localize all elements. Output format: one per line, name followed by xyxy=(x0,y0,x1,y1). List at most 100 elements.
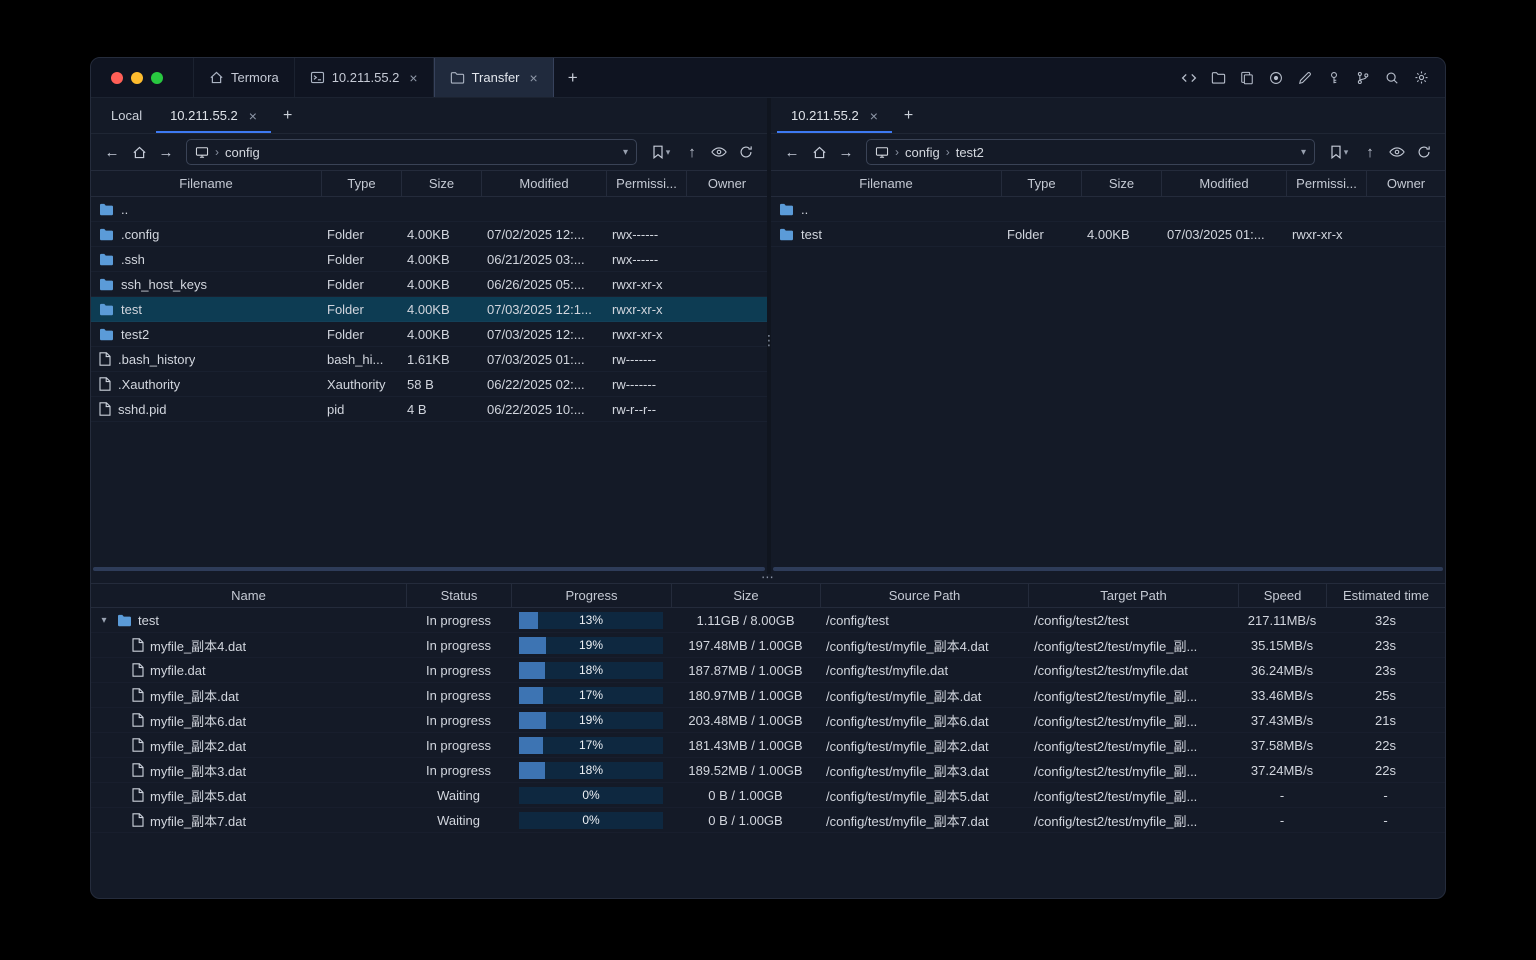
file-name: .. xyxy=(801,201,809,217)
column-header-modified[interactable]: Modified xyxy=(1161,171,1286,196)
home-button[interactable] xyxy=(126,139,152,165)
transfer-row[interactable]: myfile_副本7.dat Waiting 0% 0 B / 1.00GB /… xyxy=(91,808,1445,833)
close-tab-icon[interactable]: × xyxy=(249,109,257,123)
column-header-progress[interactable]: Progress xyxy=(511,584,671,607)
up-directory-button[interactable]: ↑ xyxy=(1357,139,1383,165)
transfer-row[interactable]: myfile.dat In progress 18% 187.87MB / 1.… xyxy=(91,658,1445,683)
transfer-row[interactable]: ▾ test In progress 13% 1.11GB / 8.00GB /… xyxy=(91,608,1445,633)
close-window-button[interactable] xyxy=(111,71,123,84)
right-file-pane: 10.211.55.2 × + ← → › config › test2 ▾ ▾ xyxy=(771,98,1445,574)
zoom-window-button[interactable] xyxy=(151,71,163,84)
key-icon[interactable] xyxy=(1322,66,1346,90)
tab-remote-host[interactable]: 10.211.55.2 × xyxy=(156,98,271,133)
forward-button[interactable]: → xyxy=(153,139,179,165)
refresh-button[interactable] xyxy=(1411,139,1437,165)
column-header-target-path[interactable]: Target Path xyxy=(1028,584,1238,607)
search-icon[interactable] xyxy=(1380,66,1404,90)
file-size: 1.61KB xyxy=(407,351,450,367)
forward-button[interactable]: → xyxy=(833,139,859,165)
tab-termora[interactable]: Termora xyxy=(193,58,295,97)
tab-local[interactable]: Local xyxy=(97,98,156,133)
close-tab-icon[interactable]: × xyxy=(409,71,417,85)
file-row[interactable]: .Xauthority Xauthority 58 B 06/22/2025 0… xyxy=(91,372,767,397)
column-header-permissions[interactable]: Permissi... xyxy=(606,171,686,196)
new-pane-tab-button[interactable]: + xyxy=(892,98,925,133)
close-tab-icon[interactable]: × xyxy=(870,109,878,123)
transfer-row[interactable]: myfile_副本6.dat In progress 19% 203.48MB … xyxy=(91,708,1445,733)
transfer-row[interactable]: myfile_副本4.dat In progress 19% 197.48MB … xyxy=(91,633,1445,658)
file-list: .. test Folder 4.00KB 07/03/2025 01:... … xyxy=(771,197,1445,567)
file-row[interactable]: test Folder 4.00KB 07/03/2025 01:... rwx… xyxy=(771,222,1445,247)
file-name: test xyxy=(801,226,822,242)
bookmarks-button[interactable]: ▾ xyxy=(644,139,678,165)
settings-gear-icon[interactable] xyxy=(1409,66,1433,90)
column-header-source-path[interactable]: Source Path xyxy=(820,584,1028,607)
record-icon[interactable] xyxy=(1264,66,1288,90)
back-button[interactable]: ← xyxy=(779,139,805,165)
path-bar[interactable]: › config › test2 ▾ xyxy=(866,139,1315,165)
horizontal-splitter[interactable]: ⋯ xyxy=(91,569,1445,584)
home-button[interactable] xyxy=(806,139,832,165)
column-header-status[interactable]: Status xyxy=(406,584,511,607)
file-row[interactable]: ssh_host_keys Folder 4.00KB 06/26/2025 0… xyxy=(91,272,767,297)
file-row[interactable]: test Folder 4.00KB 07/03/2025 12:1... rw… xyxy=(91,297,767,322)
chevron-down-icon[interactable]: ▾ xyxy=(1301,147,1306,158)
column-header-estimated-time[interactable]: Estimated time xyxy=(1326,584,1445,607)
path-segment[interactable]: config xyxy=(225,145,260,160)
branch-icon[interactable] xyxy=(1351,66,1375,90)
refresh-button[interactable] xyxy=(733,139,759,165)
transfer-name: test xyxy=(138,612,159,628)
transfer-row[interactable]: myfile_副本3.dat In progress 18% 189.52MB … xyxy=(91,758,1445,783)
column-header-owner[interactable]: Owner xyxy=(686,171,767,196)
path-segment[interactable]: config xyxy=(905,145,940,160)
tab-transfer[interactable]: Transfer × xyxy=(433,58,554,97)
transfer-row[interactable]: myfile_副本5.dat Waiting 0% 0 B / 1.00GB /… xyxy=(91,783,1445,808)
show-hidden-eye-button[interactable] xyxy=(1384,139,1410,165)
horizontal-scrollbar[interactable] xyxy=(93,567,765,571)
column-header-speed[interactable]: Speed xyxy=(1238,584,1326,607)
column-header-filename[interactable]: Filename xyxy=(771,171,1001,196)
transfer-row[interactable]: myfile_副本2.dat In progress 17% 181.43MB … xyxy=(91,733,1445,758)
chevron-down-icon[interactable]: ▾ xyxy=(623,147,628,158)
expand-chevron-icon[interactable]: ▾ xyxy=(97,615,111,626)
copy-icon[interactable] xyxy=(1235,66,1259,90)
file-name-cell: sshd.pid xyxy=(91,402,321,417)
close-tab-icon[interactable]: × xyxy=(530,71,538,85)
file-row[interactable]: test2 Folder 4.00KB 07/03/2025 12:... rw… xyxy=(91,322,767,347)
show-hidden-eye-button[interactable] xyxy=(706,139,732,165)
new-pane-tab-button[interactable]: + xyxy=(271,98,304,133)
file-row[interactable]: .bash_history bash_hi... 1.61KB 07/03/20… xyxy=(91,347,767,372)
back-button[interactable]: ← xyxy=(99,139,125,165)
column-header-size[interactable]: Size xyxy=(671,584,820,607)
tab-remote-host[interactable]: 10.211.55.2 × xyxy=(777,98,892,133)
vertical-splitter[interactable]: ⋮ xyxy=(762,98,776,574)
horizontal-scrollbar[interactable] xyxy=(773,567,1443,571)
path-bar[interactable]: › config ▾ xyxy=(186,139,637,165)
file-row[interactable]: .config Folder 4.00KB 07/02/2025 12:... … xyxy=(91,222,767,247)
new-tab-button[interactable]: + xyxy=(554,58,592,97)
column-header-type[interactable]: Type xyxy=(1001,171,1081,196)
column-header-owner[interactable]: Owner xyxy=(1366,171,1445,196)
transfer-row[interactable]: myfile_副本.dat In progress 17% 180.97MB /… xyxy=(91,683,1445,708)
file-size: 58 B xyxy=(407,376,434,392)
minimize-window-button[interactable] xyxy=(131,71,143,84)
column-header-filename[interactable]: Filename xyxy=(91,171,321,196)
tab-host-session[interactable]: 10.211.55.2 × xyxy=(295,58,434,97)
file-row[interactable]: .. xyxy=(91,197,767,222)
column-header-modified[interactable]: Modified xyxy=(481,171,606,196)
folder-icon xyxy=(99,303,114,316)
column-header-name[interactable]: Name xyxy=(91,584,406,607)
pencil-icon[interactable] xyxy=(1293,66,1317,90)
code-icon[interactable] xyxy=(1177,66,1201,90)
column-header-size[interactable]: Size xyxy=(1081,171,1161,196)
folder-icon[interactable] xyxy=(1206,66,1230,90)
column-header-permissions[interactable]: Permissi... xyxy=(1286,171,1366,196)
file-row[interactable]: .ssh Folder 4.00KB 06/21/2025 03:... rwx… xyxy=(91,247,767,272)
column-header-type[interactable]: Type xyxy=(321,171,401,196)
file-row[interactable]: sshd.pid pid 4 B 06/22/2025 10:... rw-r-… xyxy=(91,397,767,422)
path-segment[interactable]: test2 xyxy=(956,145,984,160)
bookmarks-button[interactable]: ▾ xyxy=(1322,139,1356,165)
column-header-size[interactable]: Size xyxy=(401,171,481,196)
file-row[interactable]: .. xyxy=(771,197,1445,222)
up-directory-button[interactable]: ↑ xyxy=(679,139,705,165)
